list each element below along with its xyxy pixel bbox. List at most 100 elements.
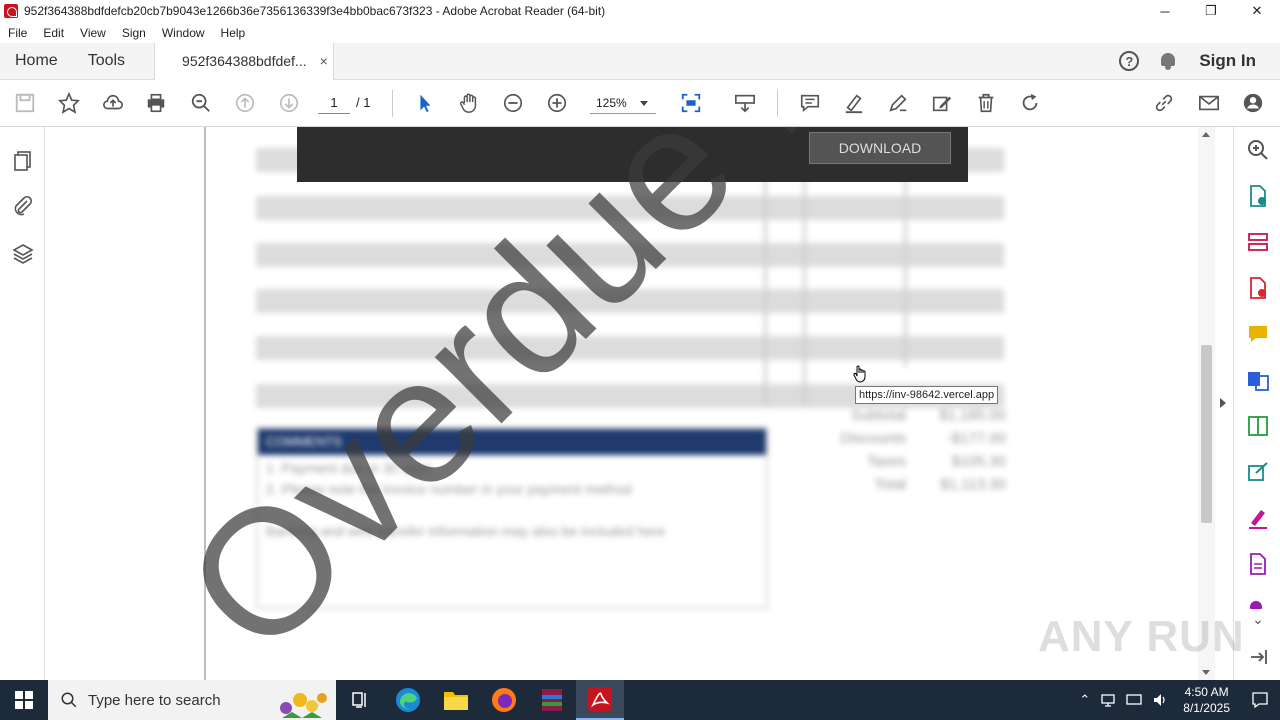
menu-view[interactable]: View: [72, 26, 114, 40]
edge-taskbar-button[interactable]: [384, 680, 432, 720]
taskbar-clock[interactable]: 4:50 AM 8/1/2025: [1183, 684, 1230, 716]
maximize-button[interactable]: ❐: [1188, 0, 1234, 22]
tab-home[interactable]: Home: [0, 43, 73, 80]
scroll-down-arrow[interactable]: [1202, 670, 1210, 675]
totals-row: Subtotal $1,185.00: [806, 407, 1006, 430]
chevron-down-icon[interactable]: ⌄: [1246, 611, 1270, 635]
export-pdf-icon[interactable]: [1246, 184, 1270, 208]
previous-page-icon[interactable]: [233, 91, 257, 115]
zoom-in-icon[interactable]: [545, 91, 569, 115]
winrar-taskbar-button[interactable]: [528, 680, 576, 720]
help-icon[interactable]: ?: [1119, 51, 1140, 71]
close-window-button[interactable]: ✕: [1234, 0, 1280, 22]
menu-help[interactable]: Help: [213, 26, 254, 40]
page-number-input[interactable]: 1: [318, 92, 350, 114]
tab-document[interactable]: 952f364388bdfdef... ×: [154, 42, 335, 80]
menu-edit[interactable]: Edit: [35, 26, 72, 40]
hand-cursor-icon: [853, 365, 866, 383]
firefox-taskbar-button[interactable]: [480, 680, 528, 720]
print-icon[interactable]: [144, 91, 168, 115]
totals-value: $1,185.00: [939, 407, 1006, 424]
system-tray: ⌃ 4:50 AM 8/1/2025: [1074, 680, 1280, 720]
taskbar-search-box[interactable]: Type here to search: [48, 680, 336, 720]
clock-time: 4:50 AM: [1184, 685, 1229, 699]
save-icon[interactable]: [13, 91, 37, 115]
close-tab-icon[interactable]: ×: [320, 53, 328, 69]
toolbar-divider: [392, 90, 393, 117]
attachment-paperclip-icon[interactable]: [11, 194, 35, 218]
windows-taskbar: Type here to search ⌃ 4:50 AM 8/1/2025: [0, 680, 1280, 720]
comment-tool-icon[interactable]: [1246, 322, 1270, 346]
windows-logo-icon: [15, 691, 33, 709]
protect-pdf-icon[interactable]: [1246, 552, 1270, 576]
create-pdf-icon[interactable]: [1246, 276, 1270, 300]
notification-bell-icon[interactable]: [1159, 52, 1177, 70]
totals-label: Total: [874, 476, 906, 493]
organize-pages-icon[interactable]: [1246, 230, 1270, 254]
select-cursor-icon[interactable]: [413, 91, 437, 115]
toolbar-divider: [777, 90, 778, 117]
edit-pdf-icon[interactable]: [930, 91, 954, 115]
acrobat-reader-icon: [588, 687, 612, 711]
zoom-out-icon[interactable]: [501, 91, 525, 115]
comment-icon[interactable]: [798, 91, 822, 115]
anyrun-watermark: ANY RUN: [1038, 612, 1245, 661]
collapse-panel-icon[interactable]: [1246, 645, 1270, 669]
delete-icon[interactable]: [974, 91, 998, 115]
combine-files-icon[interactable]: [1246, 368, 1270, 392]
zoom-level-dropdown[interactable]: 125%: [590, 92, 656, 114]
zoom-out-search-icon[interactable]: [189, 91, 213, 115]
highlight-icon[interactable]: [842, 91, 866, 115]
share-link-icon[interactable]: [1152, 91, 1176, 115]
menu-file[interactable]: File: [0, 26, 35, 40]
chevron-down-icon: [640, 101, 648, 106]
document-viewport[interactable]: COMMENTS 1. Payment due in 30 days 2. Pl…: [46, 127, 1198, 680]
acrobat-taskbar-button[interactable]: [576, 680, 624, 720]
menu-bar: File Edit View Sign Window Help: [0, 22, 1280, 43]
fit-page-icon[interactable]: [679, 91, 703, 115]
monitor-icon[interactable]: [1126, 692, 1142, 708]
menu-sign[interactable]: Sign: [114, 26, 154, 40]
task-view-icon: [352, 692, 366, 708]
totals-value: $105.30: [951, 453, 1006, 470]
notification-center-button[interactable]: [1240, 680, 1280, 720]
clock-date: 8/1/2025: [1183, 701, 1230, 715]
star-icon[interactable]: [57, 91, 81, 115]
upload-cloud-icon[interactable]: [101, 91, 125, 115]
acrobat-icon: [4, 4, 18, 18]
send-for-signature-icon[interactable]: [1246, 460, 1270, 484]
compress-pdf-icon[interactable]: [1246, 414, 1270, 438]
scrollbar-thumb[interactable]: [1201, 345, 1212, 523]
draw-pen-icon[interactable]: [886, 91, 910, 115]
network-icon[interactable]: [1100, 692, 1116, 708]
tab-bar: Home Tools 952f364388bdfdef... × ? Sign …: [0, 42, 1280, 80]
vertical-scrollbar[interactable]: [1198, 127, 1215, 680]
sign-in-button[interactable]: Sign In: [1199, 51, 1256, 71]
rotate-icon[interactable]: [1018, 91, 1042, 115]
notification-icon: [1252, 692, 1268, 709]
layers-icon[interactable]: [11, 242, 35, 266]
page-thumbnails-icon[interactable]: [11, 149, 35, 173]
tab-tools[interactable]: Tools: [73, 43, 140, 80]
email-icon[interactable]: [1197, 91, 1221, 115]
share-user-icon[interactable]: [1241, 91, 1265, 115]
scroll-up-arrow[interactable]: [1202, 132, 1210, 137]
task-view-button[interactable]: [336, 680, 384, 720]
fill-sign-icon[interactable]: [1246, 506, 1270, 530]
file-explorer-taskbar-button[interactable]: [432, 680, 480, 720]
volume-icon[interactable]: [1152, 692, 1168, 708]
search-zoom-icon[interactable]: [1246, 138, 1270, 162]
right-tools-panel: ⌄: [1233, 127, 1280, 680]
minimize-button[interactable]: ─: [1142, 0, 1188, 22]
chevron-up-icon[interactable]: ⌃: [1079, 692, 1090, 708]
totals-row: Discounts -$177.00: [806, 430, 1006, 453]
collapse-right-panel-arrow[interactable]: [1220, 398, 1226, 408]
hand-tool-icon[interactable]: [457, 91, 481, 115]
more-tools-icon[interactable]: [1246, 597, 1270, 609]
search-icon: [61, 692, 77, 708]
table-divider: [904, 167, 907, 367]
menu-window[interactable]: Window: [154, 26, 213, 40]
start-button[interactable]: [0, 680, 48, 720]
next-page-icon[interactable]: [277, 91, 301, 115]
scroll-mode-icon[interactable]: [733, 91, 757, 115]
